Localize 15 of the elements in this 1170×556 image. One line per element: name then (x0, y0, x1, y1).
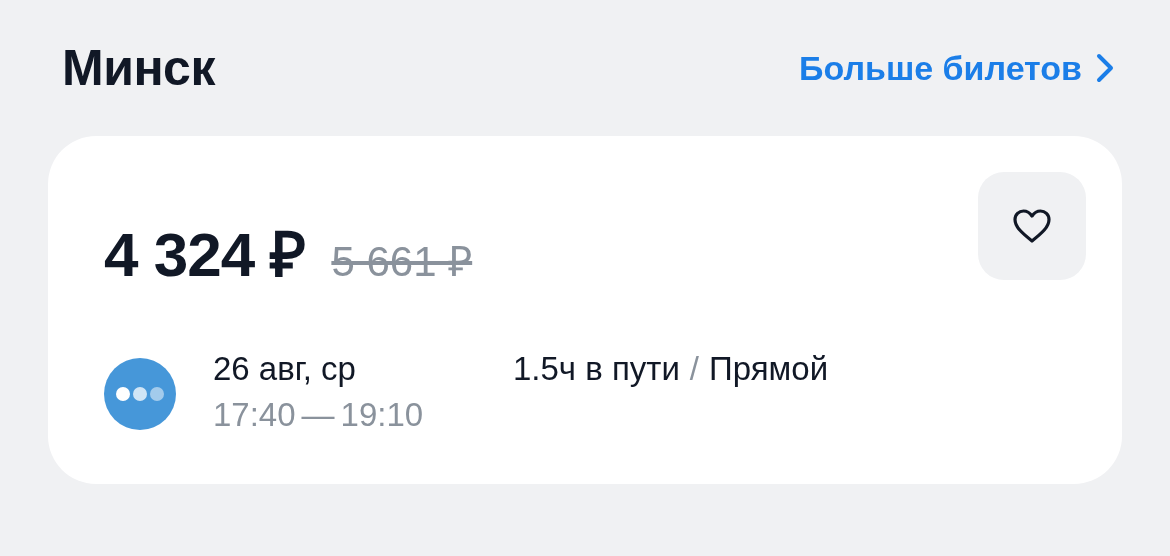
old-price: 5 661 ₽ (331, 237, 473, 287)
ticket-price: 4 324 ₽ (104, 219, 306, 291)
favorite-button[interactable] (978, 172, 1086, 280)
flight-date: 26 авг, ср (213, 350, 357, 388)
more-tickets-link[interactable]: Больше билетов (799, 48, 1114, 88)
separator: / (689, 350, 700, 388)
ticket-card[interactable]: 4 324 ₽ 5 661 ₽ 26 авг, ср 17:40 — 19:10 1.5ч в пути / Прямой (48, 136, 1122, 484)
transfers-label: Прямой (709, 350, 829, 388)
chevron-right-icon (1096, 53, 1114, 83)
arrival-time: 19:10 (340, 396, 424, 434)
airline-logo-icon (104, 358, 176, 430)
city-title: Минск (62, 39, 215, 97)
departure-time: 17:40 (213, 396, 296, 434)
flight-duration: 1.5ч в пути (513, 350, 680, 388)
time-dash: — (301, 396, 335, 434)
